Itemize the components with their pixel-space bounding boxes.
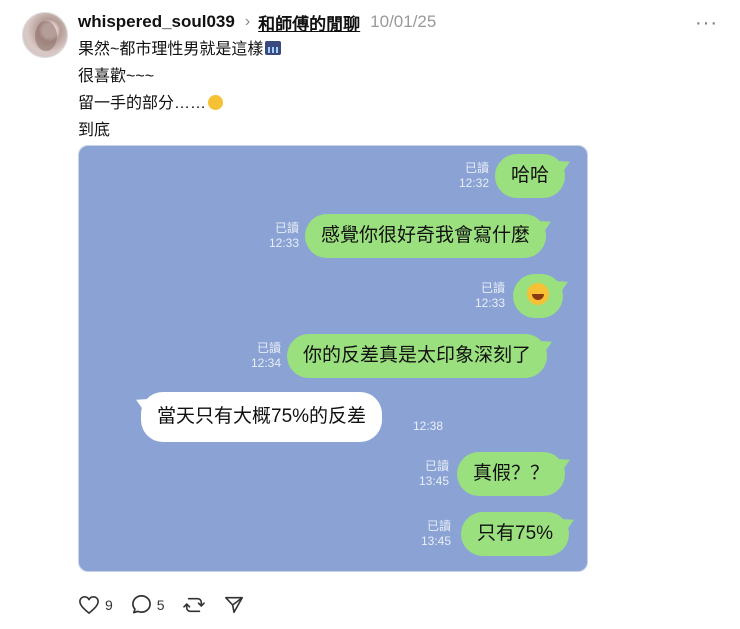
post-line: 很喜歡~~~: [78, 68, 155, 85]
chat-meta: 已讀 12:33: [268, 221, 299, 250]
post-line: 到底: [78, 122, 111, 139]
community-link[interactable]: 和師傅的閒聊: [258, 10, 360, 35]
night-city-emoji-icon: [265, 41, 282, 55]
comment-count: 5: [156, 596, 165, 613]
repost-icon: [182, 597, 205, 612]
chat-meta: 已讀 13:45: [420, 519, 451, 548]
post-date: 10/01/25: [370, 12, 437, 31]
post-line: 留一手的部分……: [78, 90, 281, 117]
chat-bubble-incoming: 當天只有大概75%的反差: [132, 392, 383, 442]
post-actions: 9 5: [78, 594, 263, 615]
comment-bubble-icon: [131, 595, 151, 614]
chat-meta: 已讀 13:45: [418, 459, 449, 488]
chat-meta: 12:38: [413, 419, 444, 433]
chat-meta: 已讀 12:34: [250, 341, 281, 370]
like-count: 9: [105, 596, 113, 613]
send-icon: [224, 596, 243, 613]
shushing-face-emoji-icon: [208, 95, 224, 110]
heart-icon: [79, 595, 99, 614]
post-line: 果然~都市理性男就是這樣: [78, 36, 282, 63]
username[interactable]: whispered_soul039: [78, 12, 235, 32]
chat-bubble-outgoing: 真假？？: [457, 452, 574, 496]
chat-bubble-outgoing: [513, 274, 572, 318]
repost-button[interactable]: [182, 595, 205, 615]
post-header: whispered_soul039 › 和師傅的閒聊 10/01/25: [78, 10, 436, 34]
chat-bubble-outgoing: 感覺你很好奇我會寫什麼: [305, 214, 555, 258]
chat-bubble-outgoing: 只有75%: [461, 512, 578, 556]
like-button[interactable]: 9: [78, 595, 113, 615]
chat-meta: 已讀 12:33: [474, 281, 505, 310]
chevron-right-icon: ›: [244, 13, 251, 30]
chat-meta: 已讀 12:32: [458, 161, 489, 190]
chat-screenshot-image[interactable]: 哈哈 已讀 12:32 感覺你很好奇我會寫什麼 已讀 12:33 已讀 12:33 你…: [78, 145, 588, 572]
rolling-laughing-emoji-icon: [527, 283, 549, 305]
more-dots-icon[interactable]: ···: [695, 12, 718, 35]
comment-button[interactable]: 5: [131, 594, 165, 615]
avatar[interactable]: [22, 12, 68, 58]
chat-bubble-outgoing: 哈哈: [495, 154, 574, 198]
share-button[interactable]: [223, 595, 245, 615]
chat-bubble-outgoing: 你的反差真是太印象深刻了: [287, 334, 556, 378]
post-body: 果然~都市理性男就是這樣 很喜歡~~~ 留一手的部分…… 到底: [78, 36, 282, 144]
